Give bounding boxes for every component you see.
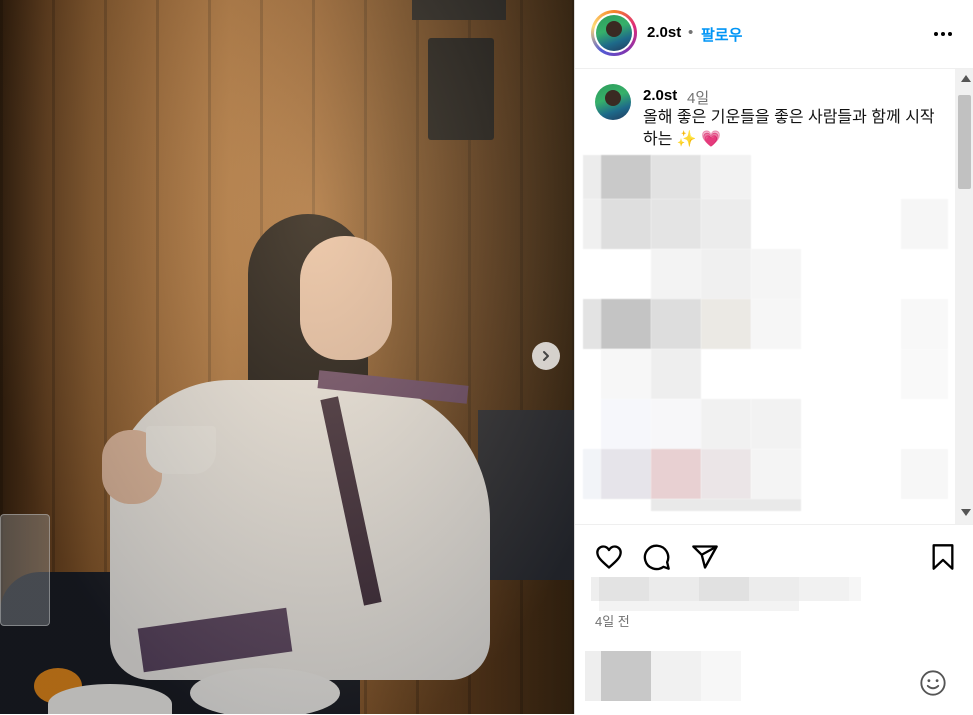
caption-text: 올해 좋은 기운들을 좋은 사람들과 함께 시작하는 ✨ 💗 xyxy=(643,109,935,148)
more-options-button[interactable] xyxy=(931,22,955,46)
emoji-icon xyxy=(920,670,946,696)
post-time-ago[interactable]: 4일 전 xyxy=(595,611,630,630)
caption-time[interactable]: 4일 xyxy=(687,87,709,108)
post-sidebar: 2.0st • 팔로우 2.0st 4일 올해 좋은 기운들을 좋은 사람들과 … xyxy=(574,0,973,714)
emoji-button[interactable] xyxy=(919,669,947,697)
photo-lighting xyxy=(0,0,574,714)
bookmark-icon xyxy=(932,544,954,570)
scroll-up-arrow[interactable] xyxy=(961,75,971,82)
share-button[interactable] xyxy=(691,543,719,571)
follow-button[interactable]: 팔로우 xyxy=(701,24,742,45)
avatar-image xyxy=(596,15,632,51)
chevron-right-icon xyxy=(543,351,549,361)
post-photo xyxy=(0,0,574,714)
comment-button[interactable] xyxy=(643,543,671,571)
comment-icon xyxy=(643,544,670,571)
comments-scrollbar[interactable] xyxy=(955,69,973,524)
send-icon xyxy=(692,545,718,569)
post-header: 2.0st • 팔로우 xyxy=(575,0,973,69)
blurred-comments xyxy=(583,155,948,515)
scrollbar-thumb[interactable] xyxy=(958,95,971,189)
post-actions: 4일 전 xyxy=(575,524,973,715)
heart-icon xyxy=(596,545,622,569)
caption-avatar[interactable] xyxy=(595,84,631,120)
comments-section: 2.0st 4일 올해 좋은 기운들을 좋은 사람들과 함께 시작하는 ✨ 💗 xyxy=(575,69,955,524)
next-photo-button[interactable] xyxy=(532,342,560,370)
save-button[interactable] xyxy=(929,543,957,571)
avatar[interactable] xyxy=(591,10,637,56)
more-options-icon xyxy=(934,32,952,36)
caption-username[interactable]: 2.0st xyxy=(643,87,677,104)
comment-input-blur xyxy=(585,651,745,701)
like-button[interactable] xyxy=(595,543,623,571)
header-username[interactable]: 2.0st xyxy=(647,24,681,41)
blurred-likes xyxy=(591,577,861,611)
separator-dot: • xyxy=(688,24,694,41)
scroll-down-arrow[interactable] xyxy=(961,509,971,516)
